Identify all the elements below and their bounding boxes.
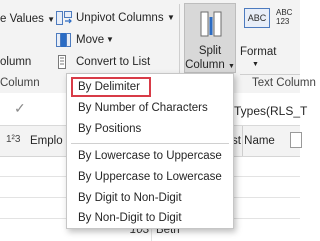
data-type-icon: ABC 123 [276,8,293,26]
any-column-group-label: Column [0,77,40,89]
menu-item-by-lowercase-to-uppercase[interactable]: By Lowercase to Uppercase [71,146,222,166]
menu-item-by-number-of-characters[interactable]: By Number of Characters [71,98,208,118]
format-icon: ABC [244,8,270,28]
commit-check-icon[interactable]: ✓ [14,100,26,117]
replace-values-label: e Values [0,13,44,25]
split-column-label-line2: Column ▼ [185,59,235,71]
formula-text[interactable]: Types(RLS_T [234,103,307,119]
menu-item-by-uppercase-to-lowercase[interactable]: By Uppercase to Lowercase [71,167,222,187]
move-columns-icon [56,33,71,47]
chevron-down-icon: ▼ [47,15,56,24]
left-column-label: olumn [0,56,32,68]
menu-item-by-non-digit-to-digit[interactable]: By Non-Digit to Digit [71,208,182,228]
split-column-button[interactable]: Split Column ▼ [184,3,236,73]
list-icon [58,55,66,69]
ribbon-separator [240,74,300,75]
move-label: Move [76,34,105,46]
format-label: Format [240,46,277,58]
chevron-down-icon: ▼ [227,63,235,70]
chevron-down-icon: ▼ [106,35,114,44]
chevron-down-icon: ▼ [167,13,175,22]
menu-item-by-digit-to-non-digit[interactable]: By Digit to Non-Digit [71,188,182,208]
column-filter-button[interactable] [290,132,302,148]
column-header-name[interactable]: st Name [232,133,275,149]
convert-to-list-label: Convert to List [76,56,151,68]
menu-separator [71,143,229,144]
chevron-down-icon: ▼ [252,61,259,68]
unpivot-icon [56,11,72,25]
replace-values-button[interactable]: e Values ▼ [0,11,55,28]
menu-item-by-positions[interactable]: By Positions [71,119,141,139]
parse-button[interactable]: ABC 123 [276,8,300,70]
format-button[interactable]: ABC Format ▼ [240,6,277,70]
menu-item-by-delimiter[interactable]: By Delimiter [71,77,151,97]
text-column-group-label: Text Column [252,77,316,89]
unpivot-columns-label: Unpivot Columns [76,12,164,24]
whole-number-type-icon[interactable]: 1²3 [6,134,20,145]
split-column-icon [200,11,222,37]
column-header-employee[interactable]: Emplo [30,133,63,149]
split-column-menu: By Delimiter By Number of Characters By … [66,73,234,229]
split-column-label-line1: Split [198,45,222,57]
